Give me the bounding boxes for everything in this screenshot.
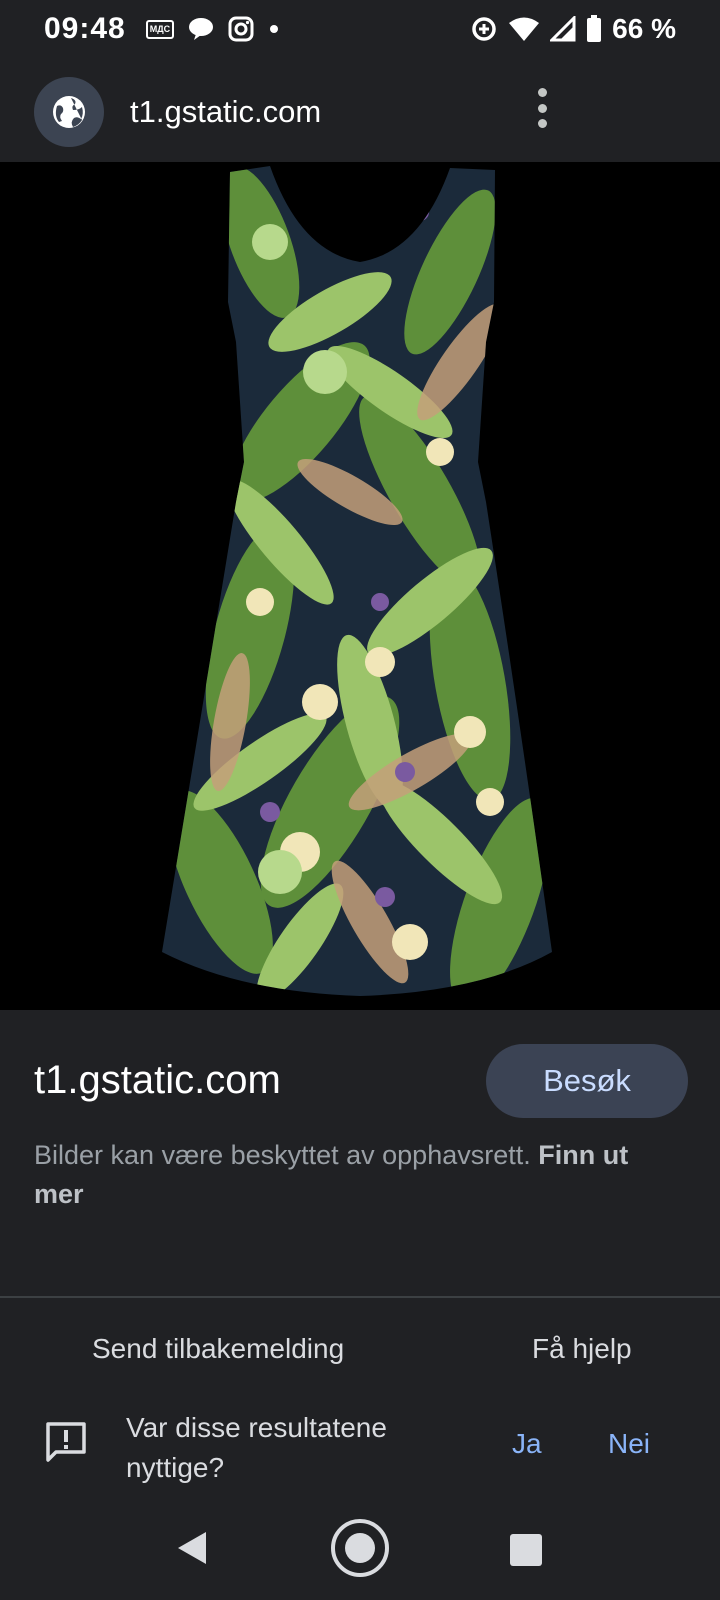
chat-icon [189, 18, 214, 40]
image-preview[interactable] [0, 162, 720, 1010]
navigation-bar [0, 1500, 720, 1600]
visit-button[interactable]: Besøk [486, 1044, 688, 1118]
no-button[interactable]: Nei [608, 1428, 650, 1460]
status-time: 09:48 [44, 12, 126, 45]
status-notification-icons: MДС [145, 16, 280, 42]
feedback-icon [46, 1422, 86, 1462]
battery-icon [587, 15, 602, 42]
site-info-button[interactable] [34, 77, 104, 147]
url-header: t1.gstatic.com [0, 62, 720, 162]
copyright-notice: Bilder kan være beskyttet av opphavsrett… [34, 1136, 674, 1214]
status-bar: 09:48 MДС 66 % [0, 0, 720, 58]
back-icon[interactable] [176, 1530, 208, 1566]
battery-percent: 66 % [612, 13, 676, 44]
globe-icon [53, 96, 85, 128]
recents-icon[interactable] [510, 1534, 542, 1566]
divider [0, 1296, 720, 1298]
send-feedback-link[interactable]: Send tilbakemelding [92, 1333, 344, 1365]
feedback-question: Var disse resultatene nyttige? [126, 1412, 387, 1483]
source-domain: t1.gstatic.com [34, 1058, 281, 1102]
dot-icon [270, 25, 279, 33]
get-help-link[interactable]: Få hjelp [532, 1333, 632, 1365]
dress-image [162, 166, 552, 996]
signal-icon [550, 16, 576, 42]
screen: 09:48 MДС 66 % t1.gstatic.com t1.gstatic… [0, 0, 720, 1600]
copyright-text: Bilder kan være beskyttet av opphavsrett… [34, 1140, 531, 1170]
status-system-icons: 66 % [470, 13, 676, 45]
instagram-icon [228, 16, 254, 42]
data-saver-icon [472, 17, 496, 41]
url-text[interactable]: t1.gstatic.com [130, 94, 321, 130]
home-icon[interactable] [330, 1518, 390, 1578]
yes-button[interactable]: Ja [512, 1428, 542, 1460]
mds-icon: MДС [145, 19, 175, 39]
wifi-icon [509, 17, 540, 41]
more-vert-icon[interactable] [536, 88, 548, 128]
